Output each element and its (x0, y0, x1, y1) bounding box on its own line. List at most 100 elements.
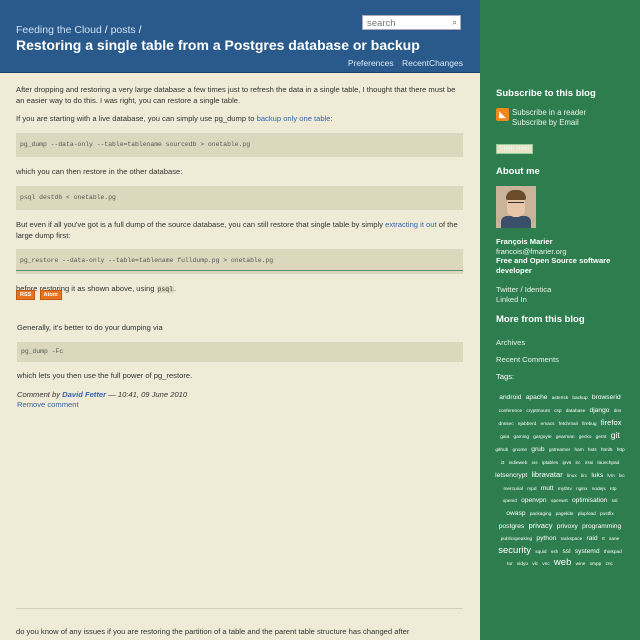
magnifier-icon[interactable]: ⌕ (453, 18, 457, 28)
tag-link[interactable]: cryptmount (526, 409, 550, 414)
tag-link[interactable]: dns (614, 409, 622, 414)
tag-link[interactable]: indieweb (509, 461, 528, 466)
tag-link[interactable]: linux (567, 474, 577, 479)
tag-link[interactable]: gaia (500, 435, 509, 440)
tag-link[interactable]: gerrit (596, 435, 607, 440)
subscribe-email-link[interactable]: Subscribe by Email (512, 118, 579, 127)
linkedin-link[interactable]: Linked In (496, 295, 527, 304)
tag-link[interactable]: dnssec (499, 422, 514, 427)
tag-link[interactable]: github (495, 448, 508, 453)
breadcrumb-posts-link[interactable]: posts (111, 24, 136, 36)
subscribe-reader-link[interactable]: Subscribe in a reader (512, 108, 586, 117)
tag-link[interactable]: nodejs (592, 487, 606, 492)
tag-link[interactable]: systemd (575, 548, 600, 555)
tag-link[interactable]: ipv6 (563, 461, 572, 466)
tag-link[interactable]: emacs (541, 422, 555, 427)
tag-link[interactable]: xmpp (590, 562, 602, 567)
tag-link[interactable]: mercurial (503, 487, 523, 492)
atom-feed-button[interactable]: Atom (39, 290, 62, 300)
tag-link[interactable]: libravatar (532, 470, 563, 479)
tag-link[interactable]: fetchmail (559, 422, 578, 427)
tag-link[interactable]: conference (499, 409, 523, 414)
search-input[interactable] (363, 16, 451, 30)
tag-link[interactable]: raid (586, 535, 597, 542)
tag-link[interactable]: tor (507, 562, 513, 567)
tag-link[interactable]: thinkpad (604, 550, 622, 555)
tag-link[interactable]: gecko (579, 435, 592, 440)
tag-link[interactable]: postfix (600, 512, 614, 517)
tag-link[interactable]: launchpad (597, 461, 619, 466)
tag-link[interactable]: letsencrypt (495, 472, 527, 479)
tag-link[interactable]: postgres (499, 523, 524, 530)
tag-link[interactable]: plupload (578, 512, 596, 517)
recent-changes-link[interactable]: RecentChanges (402, 58, 463, 68)
tag-link[interactable]: privoxy (557, 523, 578, 530)
tag-link[interactable]: ssl (562, 548, 570, 555)
tag-link[interactable]: ios (532, 461, 538, 466)
author-email-link[interactable]: francois@fmarier.org (496, 247, 567, 256)
tag-link[interactable]: nginx (576, 487, 587, 492)
identica-link[interactable]: Identica (525, 285, 552, 294)
breadcrumb-home-link[interactable]: Feeding the Cloud (16, 24, 102, 36)
rss-feed-icon[interactable]: ◣ (496, 108, 509, 121)
tag-link[interactable]: wine (576, 562, 586, 567)
tag-link[interactable]: gaming (513, 435, 529, 440)
tag-link[interactable]: vnc (542, 562, 549, 567)
tag-link[interactable]: html5 (601, 448, 613, 453)
tag-link[interactable]: grub (531, 446, 544, 453)
tag-link[interactable]: iptables (542, 461, 558, 466)
tag-link[interactable]: python (536, 535, 556, 542)
extracting-it-out-link[interactable]: extracting it out (385, 220, 437, 229)
tag-link[interactable]: git (611, 430, 620, 440)
tag-link[interactable]: openid (503, 499, 517, 504)
tag-link[interactable]: owasp (506, 510, 525, 517)
tag-link[interactable]: ejabberd (518, 422, 537, 427)
tag-link[interactable]: mythtv (558, 487, 572, 492)
backup-one-table-link[interactable]: backup only one table (257, 114, 331, 123)
tag-link[interactable]: hsts (588, 448, 597, 453)
flattr-button[interactable]: Flattr this! (496, 144, 534, 154)
comment-author-link[interactable]: David Fetter (62, 390, 106, 399)
tag-link[interactable]: gstreamer (549, 448, 570, 453)
tag-link[interactable]: http (617, 448, 625, 453)
tag-link[interactable]: vlc (532, 562, 538, 567)
tag-link[interactable]: vidyo (517, 562, 528, 567)
tag-link[interactable]: ssl (612, 499, 618, 504)
tag-link[interactable]: firefox (601, 418, 622, 427)
tag-link[interactable]: ssh (551, 550, 558, 555)
recent-comments-link[interactable]: Recent Comments (496, 355, 559, 364)
archives-link[interactable]: Archives (496, 338, 525, 347)
tag-link[interactable]: django (590, 407, 610, 414)
tag-link[interactable]: pagekite (556, 512, 574, 517)
tag-link[interactable]: browserid (592, 394, 621, 401)
tag-link[interactable]: openwrt (551, 499, 568, 504)
tag-link[interactable]: gearman (556, 435, 575, 440)
tag-link[interactable]: mpd (527, 487, 536, 492)
tag-link[interactable]: firebug (582, 422, 597, 427)
tag-link[interactable]: openvpn (521, 497, 546, 504)
tag-link[interactable]: sane (609, 537, 619, 542)
twitter-link[interactable]: Twitter (496, 285, 518, 294)
tag-link[interactable]: i3 (501, 461, 505, 466)
tag-link[interactable]: security (498, 545, 531, 556)
tag-link[interactable]: programming (582, 523, 621, 530)
rss-feed-button[interactable]: RSS (16, 290, 36, 300)
tag-link[interactable]: lvm (607, 474, 614, 479)
tag-link[interactable]: rackspace (561, 537, 583, 542)
tag-link[interactable]: ham (574, 448, 583, 453)
tag-link[interactable]: gnome (513, 448, 528, 453)
tag-link[interactable]: packaging (530, 512, 552, 517)
tag-link[interactable]: squid (535, 550, 546, 555)
tag-link[interactable]: lxc (619, 474, 625, 479)
tag-link[interactable]: database (566, 409, 586, 414)
tag-link[interactable]: web (554, 557, 571, 568)
tag-link[interactable]: irc (575, 461, 580, 466)
tag-link[interactable]: asterisk (552, 396, 568, 401)
tag-link[interactable]: android (499, 394, 521, 401)
tag-link[interactable]: csp (554, 409, 561, 414)
tag-link[interactable]: mutt (541, 485, 554, 492)
tag-link[interactable]: lirc (581, 474, 587, 479)
tag-link[interactable]: optimisation (572, 497, 607, 504)
tag-link[interactable]: backup (572, 396, 587, 401)
tag-link[interactable]: apache (526, 394, 548, 401)
